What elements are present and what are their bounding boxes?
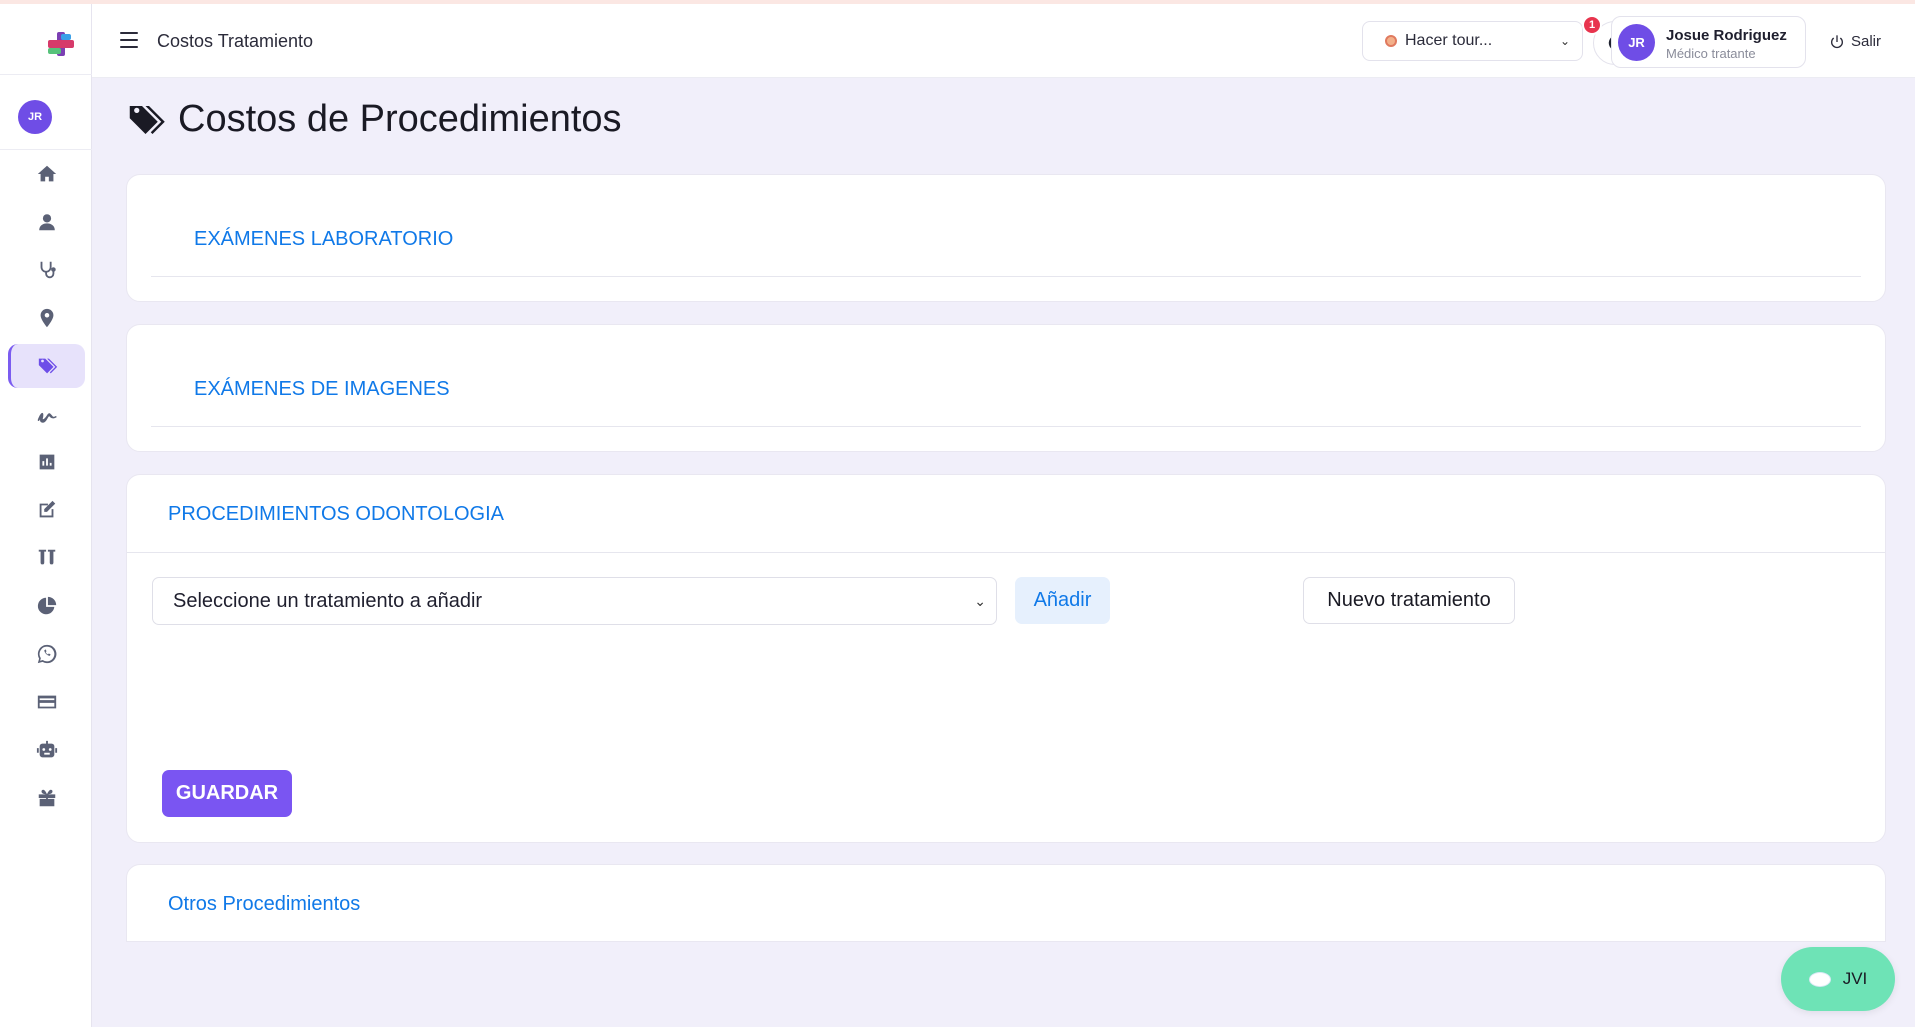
hamburger-line xyxy=(120,46,138,48)
lab-exams-toggle[interactable]: EXÁMENES LABORATORIO xyxy=(194,228,453,251)
sidebar-item-patients[interactable] xyxy=(8,200,85,244)
test-tubes-icon xyxy=(38,549,55,565)
imaging-exams-card: EXÁMENES DE IMAGENES xyxy=(126,324,1886,452)
tour-select-value: Hacer tour... xyxy=(1405,32,1493,49)
avatar: JR xyxy=(1618,24,1655,61)
odontology-toggle[interactable]: PROCEDIMIENTOS ODONTOLOGIA xyxy=(168,503,504,526)
tags-icon xyxy=(129,105,165,134)
power-icon xyxy=(1831,34,1843,48)
tour-select[interactable]: Hacer tour... ⌄ xyxy=(1362,21,1583,61)
sidebar-divider xyxy=(0,74,92,75)
sidebar-item-assistant[interactable] xyxy=(8,728,85,772)
notification-badge: 1 xyxy=(1582,15,1602,35)
hamburger-line xyxy=(120,32,138,34)
compass-icon xyxy=(1385,35,1397,47)
chat-assistant-label: JVI xyxy=(1842,969,1868,988)
sidebar-item-billing[interactable] xyxy=(8,680,85,724)
whatsapp-icon xyxy=(37,644,56,664)
sidebar-item-stats[interactable] xyxy=(8,584,85,628)
pie-chart-icon xyxy=(37,596,56,615)
chart-bar-icon xyxy=(39,454,54,470)
user-menu[interactable]: JR Josue Rodriguez Médico tratante xyxy=(1611,16,1806,68)
sidebar-item-reports[interactable] xyxy=(8,440,85,484)
hamburger-line xyxy=(120,39,138,41)
card-divider xyxy=(151,276,1861,277)
card-divider xyxy=(151,426,1861,427)
edit-icon xyxy=(39,500,55,518)
treatment-select-value: Seleccione un tratamiento a añadir xyxy=(173,589,483,612)
sidebar-item-whatsapp[interactable] xyxy=(8,632,85,676)
home-icon xyxy=(37,165,56,182)
user-role: Médico tratante xyxy=(1666,46,1756,61)
imaging-exams-toggle[interactable]: EXÁMENES DE IMAGENES xyxy=(194,378,450,401)
page-title: Costos de Procedimientos xyxy=(178,98,622,140)
odontology-card: PROCEDIMIENTOS ODONTOLOGIA Seleccione un… xyxy=(126,474,1886,843)
sidebar: JR xyxy=(0,4,92,1027)
sidebar-item-home[interactable] xyxy=(8,152,85,196)
sidebar-divider xyxy=(0,149,92,150)
other-procedures-toggle[interactable]: Otros Procedimientos xyxy=(168,893,360,916)
sidebar-item-rewards[interactable] xyxy=(8,776,85,820)
chat-assistant-button[interactable]: JVI xyxy=(1781,947,1895,1011)
user-icon xyxy=(38,214,55,231)
robot-icon xyxy=(36,740,57,758)
logout-label: Salir xyxy=(1851,33,1882,50)
chevron-down-icon: ⌄ xyxy=(974,592,986,609)
logout-button[interactable]: Salir xyxy=(1829,33,1881,50)
sidebar-item-locations[interactable] xyxy=(8,296,85,340)
card-divider xyxy=(127,552,1885,553)
map-pin-icon xyxy=(40,308,53,328)
sidebar-avatar[interactable]: JR xyxy=(18,100,52,134)
sidebar-item-doctors[interactable] xyxy=(8,248,85,292)
lab-exams-card: EXÁMENES LABORATORIO xyxy=(126,174,1886,302)
top-header: Costos Tratamiento Hacer tour... ⌄ 1 JR … xyxy=(92,4,1915,78)
page-title-row: Costos de Procedimientos xyxy=(126,98,622,141)
new-treatment-button[interactable]: Nuevo tratamiento xyxy=(1303,577,1515,624)
credit-card-icon xyxy=(37,695,56,709)
sidebar-item-notes[interactable] xyxy=(8,488,85,532)
sidebar-item-lab[interactable] xyxy=(8,536,85,580)
save-button[interactable]: GUARDAR xyxy=(162,770,292,817)
treatment-select[interactable]: Seleccione un tratamiento a añadir ⌄ xyxy=(152,577,997,625)
add-treatment-button[interactable]: Añadir xyxy=(1015,577,1110,624)
chat-bubble-icon xyxy=(1808,971,1831,987)
app-logo[interactable] xyxy=(43,26,79,62)
chevron-down-icon: ⌄ xyxy=(1559,34,1570,48)
other-procedures-card: Otros Procedimientos xyxy=(126,864,1886,942)
tags-icon xyxy=(38,358,58,374)
gift-icon xyxy=(38,789,55,807)
signature-icon xyxy=(37,412,57,423)
sidebar-item-signature[interactable] xyxy=(8,392,85,436)
stethoscope-icon xyxy=(40,261,56,279)
header-page-title: Costos Tratamiento xyxy=(157,31,314,51)
sidebar-item-costs[interactable] xyxy=(8,344,85,388)
user-name: Josue Rodriguez xyxy=(1666,27,1787,44)
menu-toggle-button[interactable] xyxy=(120,32,138,48)
